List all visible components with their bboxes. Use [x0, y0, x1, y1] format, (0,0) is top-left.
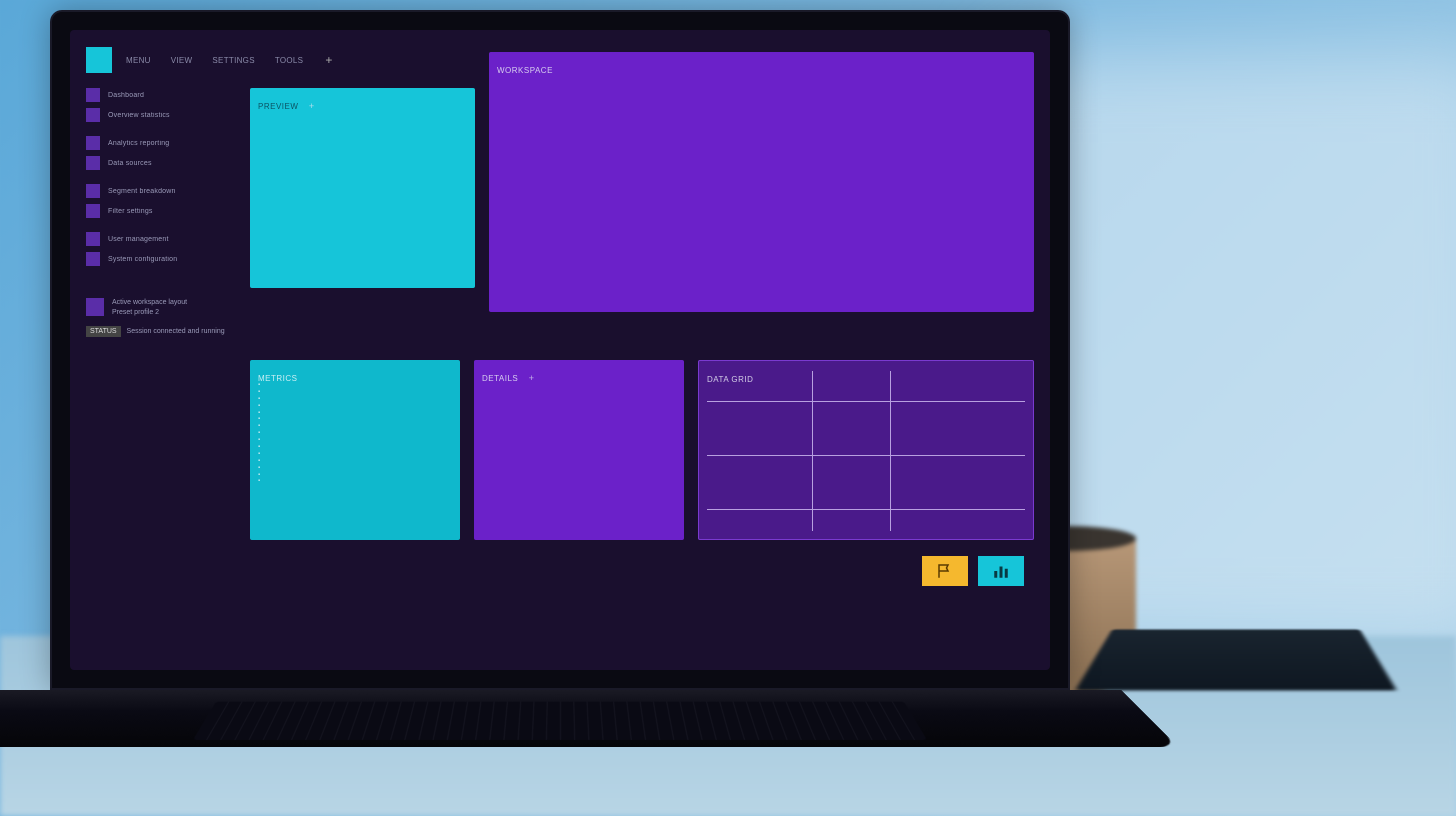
data-grid-panel[interactable]: DATA GRID: [698, 360, 1034, 540]
menu-item-1[interactable]: VIEW: [165, 54, 199, 67]
notebook-prop: [1075, 629, 1397, 690]
swatch-icon: [86, 108, 100, 122]
sidebar-status-text: STATUS Session connected and running: [86, 326, 225, 338]
swatch-icon: [86, 156, 100, 170]
top-row: PREVIEW + WORKSPACE: [250, 88, 1034, 348]
panel-title: METRICS: [258, 374, 298, 383]
panel-title: DETAILS: [482, 374, 518, 383]
sidebar-info-text: Active workspace layout Preset profile 2: [112, 298, 187, 318]
status-text: Session connected and running: [127, 328, 225, 335]
sidebar-group-3: Segment breakdown Filter settings: [86, 184, 236, 218]
panel-title: WORKSPACE: [497, 66, 553, 75]
menu-item-2[interactable]: SETTINGS: [206, 54, 260, 67]
sidebar-status-block: STATUS Session connected and running: [86, 326, 236, 338]
sidebar-item[interactable]: Dashboard: [86, 88, 236, 102]
bottom-row: METRICS ▪▪▪▪▪▪▪▪▪▪▪▪▪▪▪ DETAILS + DATA G…: [250, 360, 1034, 540]
swatch-icon: [86, 184, 100, 198]
info-line: Preset profile 2: [112, 308, 187, 318]
status-badge: STATUS: [86, 326, 121, 338]
panel-expand-icon[interactable]: +: [529, 373, 534, 383]
sidebar-label: Analytics reporting: [108, 140, 169, 147]
chart-button[interactable]: [978, 556, 1024, 586]
sidebar-item[interactable]: Analytics reporting: [86, 136, 236, 150]
swatch-icon: [86, 252, 100, 266]
sidebar-group-4: User management System configuration: [86, 232, 236, 266]
sidebar-item[interactable]: Overview statistics: [86, 108, 236, 122]
laptop-screen-bezel: MENU VIEW SETTINGS TOOLS + Dashboard: [50, 10, 1070, 690]
preview-panel[interactable]: PREVIEW +: [250, 88, 475, 288]
sidebar-label: User management: [108, 236, 169, 243]
sidebar-group-1: Dashboard Overview statistics: [86, 88, 236, 122]
add-tab-button[interactable]: +: [317, 53, 340, 67]
menu-item-3[interactable]: TOOLS: [269, 54, 309, 67]
sidebar-item[interactable]: System configuration: [86, 252, 236, 266]
sidebar-info-block: Active workspace layout Preset profile 2: [86, 298, 236, 318]
sidebar: Dashboard Overview statistics Analytics …: [86, 88, 236, 654]
swatch-icon: [86, 136, 100, 150]
swatch-icon: [86, 298, 104, 316]
bar-chart-icon: [992, 562, 1010, 580]
sidebar-item[interactable]: Data sources: [86, 156, 236, 170]
sidebar-label: Filter settings: [108, 208, 153, 215]
sidebar-item[interactable]: Segment breakdown: [86, 184, 236, 198]
sidebar-group-2: Analytics reporting Data sources: [86, 136, 236, 170]
details-panel[interactable]: DETAILS +: [474, 360, 684, 540]
swatch-icon: [86, 232, 100, 246]
laptop-keyboard: [0, 690, 1178, 747]
sidebar-label: System configuration: [108, 256, 177, 263]
swatch-icon: [86, 88, 100, 102]
info-line: Active workspace layout: [112, 298, 187, 308]
sidebar-label: Dashboard: [108, 92, 144, 99]
axis-ticks: ▪▪▪▪▪▪▪▪▪▪▪▪▪▪▪: [258, 382, 260, 485]
sidebar-label: Data sources: [108, 160, 152, 167]
sidebar-label: Segment breakdown: [108, 188, 176, 195]
flag-icon: [936, 562, 954, 580]
laptop: MENU VIEW SETTINGS TOOLS + Dashboard: [50, 10, 1070, 790]
main-area: PREVIEW + WORKSPACE METRICS ▪▪▪▪▪▪▪▪▪▪▪▪…: [250, 88, 1034, 654]
metrics-panel[interactable]: METRICS ▪▪▪▪▪▪▪▪▪▪▪▪▪▪▪: [250, 360, 460, 540]
swatch-icon: [86, 204, 100, 218]
sidebar-item[interactable]: Filter settings: [86, 204, 236, 218]
action-bar: [250, 556, 1034, 586]
panel-title: PREVIEW: [258, 102, 298, 111]
export-button[interactable]: [922, 556, 968, 586]
content-area: Dashboard Overview statistics Analytics …: [86, 88, 1034, 654]
workspace-panel[interactable]: WORKSPACE: [489, 52, 1034, 312]
app-logo-icon[interactable]: [86, 47, 112, 73]
sidebar-label: Overview statistics: [108, 112, 170, 119]
grid-lines-icon: [707, 379, 1025, 531]
app-window: MENU VIEW SETTINGS TOOLS + Dashboard: [70, 30, 1050, 670]
sidebar-item[interactable]: User management: [86, 232, 236, 246]
menu-item-0[interactable]: MENU: [120, 54, 157, 67]
panel-expand-icon[interactable]: +: [309, 101, 314, 111]
